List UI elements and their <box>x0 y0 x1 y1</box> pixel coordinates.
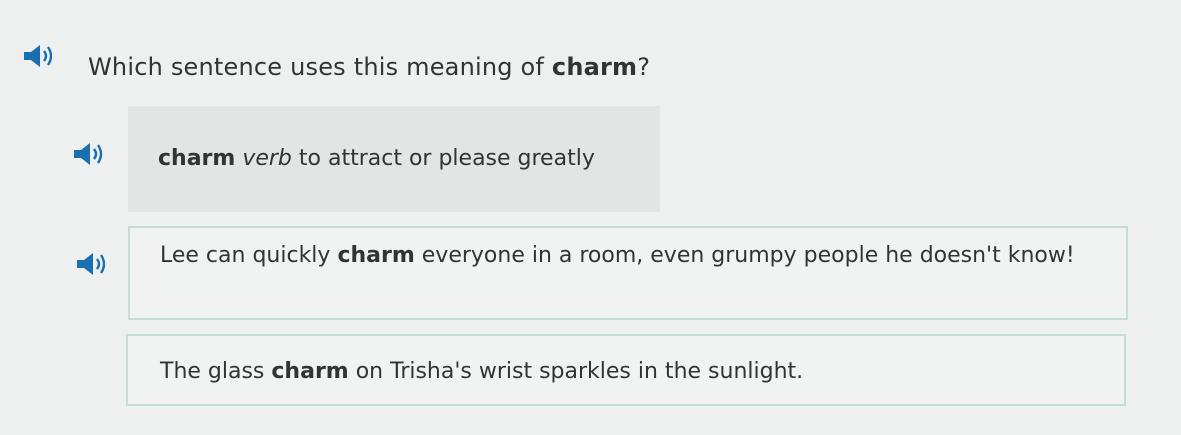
option-1-after: everyone in a room, even grumpy people h… <box>414 243 1075 268</box>
question-keyword: charm <box>551 53 638 81</box>
definition-word: charm <box>158 146 236 171</box>
option-1-before: Lee can quickly <box>160 243 338 268</box>
question-text: Which sentence uses this meaning of char… <box>88 53 650 81</box>
definition-speaker-icon[interactable] <box>72 140 106 168</box>
option-1-speaker-icon[interactable] <box>75 250 109 278</box>
definition-box: charm verb to attract or please greatly <box>128 106 660 212</box>
question-suffix: ? <box>637 53 651 81</box>
definition-meaning: to attract or please greatly <box>291 146 595 171</box>
option-2-keyword: charm <box>271 359 349 384</box>
question-speaker-icon[interactable] <box>22 42 56 70</box>
definition-text: charm verb to attract or please greatly <box>158 146 595 171</box>
question-prefix: Which sentence uses this meaning of <box>88 53 552 81</box>
option-2-before: The glass <box>160 359 272 384</box>
answer-option-2[interactable]: The glass charm on Trisha's wrist sparkl… <box>126 334 1126 406</box>
definition-part-of-speech: verb <box>242 146 292 171</box>
option-2-text: The glass charm on Trisha's wrist sparkl… <box>160 358 1090 386</box>
answer-option-1[interactable]: Lee can quickly charm everyone in a room… <box>128 226 1128 320</box>
option-1-keyword: charm <box>337 243 415 268</box>
option-1-text: Lee can quickly charm everyone in a room… <box>160 242 1090 270</box>
option-2-after: on Trisha's wrist sparkles in the sunlig… <box>348 359 804 384</box>
